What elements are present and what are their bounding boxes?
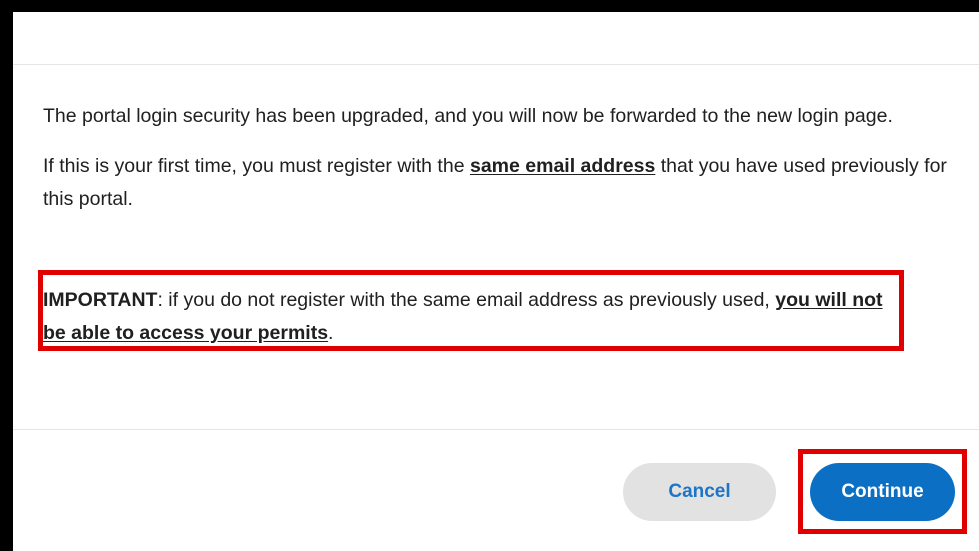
upgrade-message: The portal login security has been upgra… — [43, 105, 893, 127]
registration-instruction: If this is your first time, you must reg… — [43, 150, 953, 216]
upgrade-notice-dialog: The portal login security has been upgra… — [13, 12, 979, 551]
continue-button[interactable]: Continue — [810, 463, 955, 521]
important-warning: IMPORTANT: if you do not register with t… — [43, 284, 903, 350]
important-warning-text: : if you do not register with the same e… — [157, 289, 776, 311]
important-label: IMPORTANT — [43, 289, 158, 311]
registration-instruction-start: If this is your first time, you must reg… — [43, 155, 470, 177]
footer-divider — [13, 429, 979, 430]
same-email-emphasis: same email address — [469, 155, 656, 177]
dialog-body: The portal login security has been upgra… — [43, 100, 953, 233]
important-warning-end: . — [328, 322, 334, 344]
dialog-header — [13, 12, 979, 65]
cancel-button[interactable]: Cancel — [623, 463, 776, 521]
